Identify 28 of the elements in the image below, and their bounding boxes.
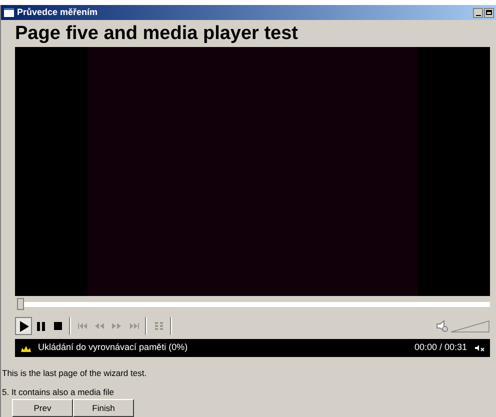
wizard-button[interactable]: Prev <box>12 399 73 417</box>
volume-ramp-icon[interactable] <box>450 319 490 333</box>
minimize-button[interactable] <box>473 8 483 18</box>
skip-forward-icon <box>128 323 138 329</box>
seek-slider[interactable] <box>17 298 490 310</box>
page-heading: Page five and media player test <box>15 22 300 46</box>
window-icon <box>4 8 14 17</box>
maximize-icon <box>486 10 492 15</box>
buffering-icon <box>20 344 32 352</box>
play-icon <box>18 320 28 332</box>
seek-thumb[interactable] <box>17 298 24 310</box>
status-text: Ukládání do vyrovnávací paměti (0%) <box>38 341 188 354</box>
stop-icon <box>54 322 62 330</box>
wizard-button[interactable]: Finish <box>73 399 134 417</box>
fast-forward-icon <box>112 323 121 329</box>
maximize-button[interactable] <box>484 8 494 18</box>
description-text: This is the last page of the wizard test. <box>2 367 148 379</box>
minimize-icon <box>476 14 480 16</box>
play-button[interactable] <box>15 317 32 335</box>
step-text: 5. It contains also a media file <box>2 386 115 398</box>
time-display: 00:00 / 00:31 <box>414 341 467 354</box>
rewind-icon <box>95 323 104 329</box>
window-title: Průvedce měřením <box>17 6 98 19</box>
speaker-icon[interactable] <box>436 320 448 332</box>
muted-speaker-icon[interactable] <box>475 344 485 352</box>
grid-icon <box>154 322 162 330</box>
skip-back-icon <box>78 323 88 329</box>
pause-icon <box>36 322 44 330</box>
